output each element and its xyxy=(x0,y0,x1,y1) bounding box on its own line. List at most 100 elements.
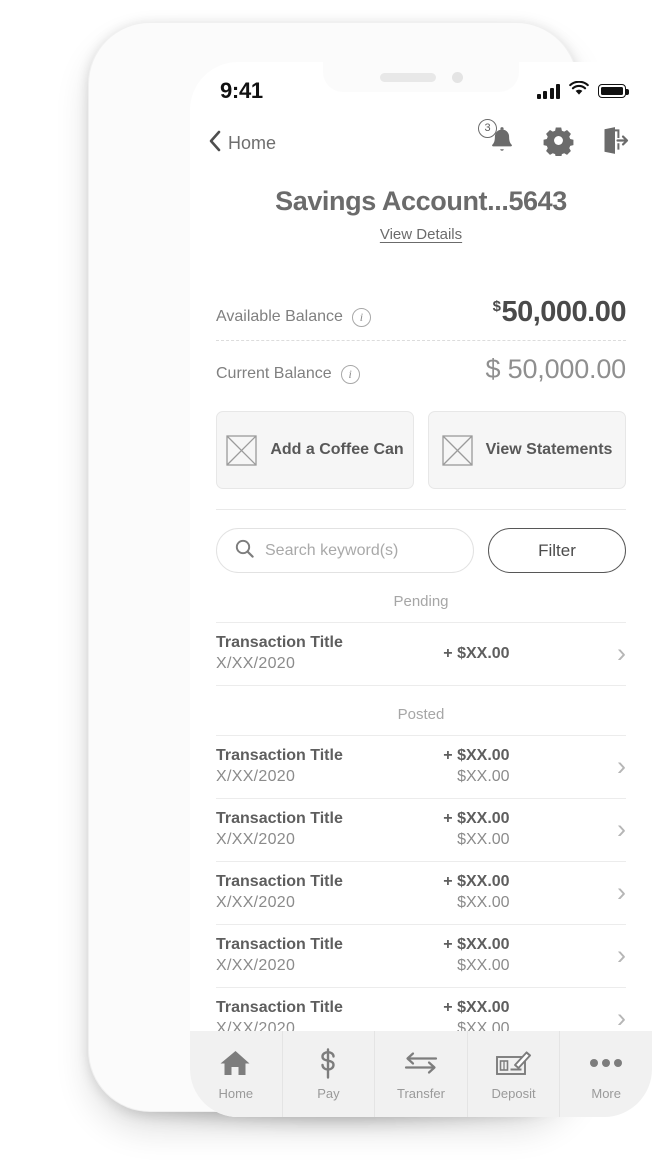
transaction-amount: + $XX.00 xyxy=(443,644,510,662)
transaction-date: X/XX/2020 xyxy=(216,957,296,974)
available-balance-row: Available Balance i $50,000.00 xyxy=(216,290,626,341)
status-clock: 9:41 xyxy=(220,78,263,103)
transaction-title: Transaction Title xyxy=(216,999,343,1016)
current-balance-label: Current Balance xyxy=(216,365,332,382)
add-a-coffee-can-label: Add a Coffee Can xyxy=(270,441,404,458)
current-balance-label-group: Current Balance i xyxy=(216,364,360,384)
available-balance-value: $50,000.00 xyxy=(493,296,627,329)
chevron-right-icon: › xyxy=(616,877,626,907)
tab-deposit-label: Deposit xyxy=(491,1085,536,1101)
battery-full-icon xyxy=(598,84,629,98)
view-statements-label: View Statements xyxy=(485,441,613,458)
transaction-values: + $XX.00 $XX.00 xyxy=(443,810,509,849)
nav-bar: Home 3 xyxy=(190,114,652,172)
current-balance-amount: 50,000.00 xyxy=(507,354,627,384)
tab-more[interactable]: More xyxy=(560,1031,652,1117)
available-balance-label: Available Balance xyxy=(216,308,343,325)
add-a-coffee-can-button[interactable]: Add a Coffee Can xyxy=(216,411,414,489)
transaction-values: + $XX.00 xyxy=(443,645,509,663)
tab-deposit[interactable]: Deposit xyxy=(468,1031,561,1117)
transaction-title: Transaction Title xyxy=(216,634,343,651)
transaction-date: X/XX/2020 xyxy=(216,894,296,911)
transaction-main: Transaction Title X/XX/2020 xyxy=(216,634,343,673)
transaction-amount: + $XX.00 xyxy=(443,810,510,827)
account-header: Savings Account...5643 View Details xyxy=(190,172,652,244)
tab-more-label: More xyxy=(591,1085,621,1101)
phone-screen: 9:41 Home 3 Savings Account...5643 View … xyxy=(190,62,652,1117)
transactions-list: Pending Transaction Title X/XX/2020 + $X… xyxy=(190,573,652,1051)
table-row[interactable]: Transaction Title X/XX/2020 + $XX.00 $XX… xyxy=(216,925,626,988)
chevron-right-icon: › xyxy=(616,814,626,844)
transaction-amount: + $XX.00 xyxy=(443,747,510,764)
pending-section-header: Pending xyxy=(216,573,626,623)
transaction-main: Transaction Title X/XX/2020 xyxy=(216,747,343,786)
earpiece-speaker xyxy=(379,72,436,82)
transaction-title: Transaction Title xyxy=(216,936,343,953)
chevron-left-icon xyxy=(208,130,221,157)
transaction-running-balance: $XX.00 xyxy=(457,831,510,848)
current-balance-row: Current Balance i $ 50,000.00 xyxy=(216,341,626,389)
available-balance-label-group: Available Balance i xyxy=(216,307,371,327)
home-icon xyxy=(220,1048,251,1079)
notifications-button[interactable]: 3 xyxy=(478,119,517,161)
tab-home-label: Home xyxy=(218,1085,254,1101)
view-statements-button[interactable]: View Statements xyxy=(428,411,626,489)
image-placeholder-icon xyxy=(226,434,257,466)
posted-section-header: Posted xyxy=(216,686,626,736)
transaction-amount: + $XX.00 xyxy=(443,999,510,1016)
current-balance-value: $ 50,000.00 xyxy=(486,354,627,385)
info-circle-icon[interactable]: i xyxy=(351,307,371,327)
logout-button[interactable] xyxy=(600,125,630,161)
transaction-main: Transaction Title X/XX/2020 xyxy=(216,810,343,849)
dollar-sign-icon xyxy=(317,1047,339,1079)
page-title: Savings Account...5643 xyxy=(275,186,567,216)
quick-actions: Add a Coffee Can View Statements xyxy=(190,389,652,489)
chevron-right-icon: › xyxy=(616,638,626,668)
balance-section: Available Balance i $50,000.00 Current B… xyxy=(190,244,652,389)
transaction-running-balance: $XX.00 xyxy=(457,957,510,974)
front-camera-dot xyxy=(451,71,463,83)
notifications-badge: 3 xyxy=(478,119,497,138)
tab-transfer-label: Transfer xyxy=(397,1085,445,1101)
settings-button[interactable] xyxy=(543,125,574,161)
gear-icon xyxy=(543,125,574,161)
transaction-running-balance: $XX.00 xyxy=(457,768,510,785)
image-placeholder-icon xyxy=(441,434,473,466)
transaction-running-balance: $XX.00 xyxy=(457,894,510,911)
bottom-tab-bar: Home Pay Transfer Deposit More xyxy=(190,1031,652,1117)
available-balance-amount: 50,000.00 xyxy=(501,296,626,328)
transaction-date: X/XX/2020 xyxy=(216,655,296,672)
status-indicators xyxy=(536,80,629,101)
back-button[interactable]: Home xyxy=(208,130,276,157)
table-row[interactable]: Transaction Title X/XX/2020 + $XX.00 $XX… xyxy=(216,862,626,925)
transfer-arrows-icon xyxy=(403,1048,439,1079)
cellular-signal-icon xyxy=(536,83,560,99)
transaction-date: X/XX/2020 xyxy=(216,831,296,848)
search-box[interactable] xyxy=(216,528,474,573)
back-button-label: Home xyxy=(228,132,277,153)
tab-pay[interactable]: Pay xyxy=(283,1031,376,1117)
chevron-right-icon: › xyxy=(616,940,626,970)
view-details-link[interactable]: View Details xyxy=(380,226,462,243)
transaction-amount: + $XX.00 xyxy=(443,873,510,890)
check-deposit-icon xyxy=(495,1048,533,1079)
table-row[interactable]: Transaction Title X/XX/2020 + $XX.00 $XX… xyxy=(216,736,626,799)
search-input[interactable] xyxy=(265,541,455,560)
transaction-main: Transaction Title X/XX/2020 xyxy=(216,936,343,975)
table-row[interactable]: Transaction Title X/XX/2020 + $XX.00 $XX… xyxy=(216,799,626,862)
tab-transfer[interactable]: Transfer xyxy=(375,1031,468,1117)
info-circle-icon[interactable]: i xyxy=(340,364,360,384)
tab-home[interactable]: Home xyxy=(190,1031,283,1117)
wifi-icon xyxy=(569,80,589,101)
transaction-main: Transaction Title X/XX/2020 xyxy=(216,873,343,912)
chevron-right-icon: › xyxy=(616,1003,626,1033)
table-row[interactable]: Transaction Title X/XX/2020 + $XX.00 › xyxy=(216,623,626,686)
transaction-values: + $XX.00 $XX.00 xyxy=(443,747,509,786)
transaction-title: Transaction Title xyxy=(216,747,343,764)
search-filter-row: Filter xyxy=(190,510,652,573)
ellipsis-icon xyxy=(589,1048,623,1079)
filter-button[interactable]: Filter xyxy=(488,528,626,573)
chevron-right-icon: › xyxy=(616,751,626,781)
screenshot-stage: 9:41 Home 3 Savings Account...5643 View … xyxy=(0,0,666,1166)
transaction-title: Transaction Title xyxy=(216,873,343,890)
